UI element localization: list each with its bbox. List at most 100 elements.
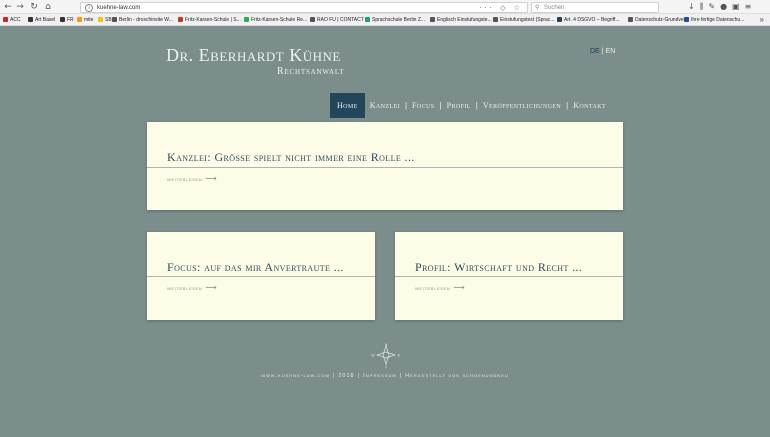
card-title[interactable]: Focus: auf das mir Anvertraute ... — [167, 260, 344, 275]
footer-credit-link[interactable]: Hergestellt von schoenundneu — [405, 373, 509, 379]
bookmark-label: Englisch Einstufungste... — [437, 17, 492, 23]
footer-site-link[interactable]: www.kuehne-law.com — [261, 373, 330, 379]
lang-en-link[interactable]: EN — [606, 48, 616, 55]
search-icon: ⚲ — [535, 4, 540, 11]
bookmark-label: Fritz-Karsen-Schule Re... — [251, 17, 308, 23]
page-actions-icon[interactable]: ··· ◇ ☆ — [479, 3, 523, 13]
bookmarks-bar: ACC Art Basel FR mite SB Berlin - droschinsit… — [0, 14, 770, 26]
bookmark-label: FR — [67, 17, 74, 23]
bookmark-label: Fritz-Karsen-Schule | S... — [185, 17, 241, 23]
bookmark-item[interactable]: ACC — [3, 15, 21, 25]
bookmark-label: Sprachschule Berlin Z... — [372, 17, 426, 23]
bookmark-favicon-icon — [684, 17, 689, 23]
card-divider — [395, 276, 623, 277]
lang-de-link[interactable]: DE — [590, 48, 600, 55]
search-placeholder: Suchen — [544, 5, 565, 11]
arrow-right-icon: ⟶ — [205, 283, 218, 292]
card-divider — [147, 167, 623, 168]
language-switch: DE | EN — [590, 48, 615, 55]
toolbar-icons[interactable]: ↓⫼✎●▣≡ — [688, 2, 756, 12]
bookmark-item[interactable]: RAO FU | CONTACT — [310, 15, 364, 25]
lang-separator: | — [601, 48, 604, 55]
nav-kanzlei[interactable]: Kanzlei — [365, 93, 405, 118]
footer-year: 2018 — [338, 373, 355, 379]
compass-n: N — [385, 343, 388, 347]
main-navigation: Home Kanzlei | Focus | Profil | Veröffen… — [330, 93, 611, 118]
bookmark-favicon-icon — [310, 17, 315, 23]
footer-separator: | — [332, 373, 336, 379]
bookmark-item[interactable]: Art Basel — [28, 15, 55, 25]
nav-home[interactable]: Home — [330, 93, 365, 118]
url-bar[interactable]: i kuehne-law.com ··· ◇ ☆ — [80, 2, 528, 13]
bookmark-favicon-icon — [178, 17, 183, 23]
site-title[interactable]: Dr. Eberhardt Kühne — [166, 45, 341, 66]
read-more-label: weiterlesen — [167, 177, 203, 183]
read-more-link[interactable]: weiterlesen ⟶ — [415, 283, 465, 292]
bookmark-favicon-icon — [365, 17, 370, 23]
home-icon[interactable]: ⌂ — [43, 2, 53, 12]
footer-impressum-link[interactable]: Impressum — [363, 373, 397, 379]
card-divider — [147, 276, 375, 277]
nav-veroeffentlichungen[interactable]: Veröffentlichungen — [478, 93, 566, 118]
card-title[interactable]: Profil: Wirtschaft und Recht ... — [415, 260, 582, 275]
bookmark-favicon-icon — [28, 17, 33, 23]
bookmark-item[interactable]: Fritz-Karsen-Schule Re... — [244, 15, 307, 25]
footer-separator: | — [357, 373, 361, 379]
bookmark-favicon-icon — [98, 17, 103, 23]
bookmark-item[interactable]: Einstufungstest (Sprac... — [493, 15, 554, 25]
browser-toolbar: ← → ↻ ⌂ i kuehne-law.com ··· ◇ ☆ ⚲ Suche… — [0, 0, 770, 14]
bookmark-item[interactable]: Sprachschule Berlin Z... — [365, 15, 425, 25]
footer-separator: | — [399, 373, 403, 379]
nav-profil[interactable]: Profil — [442, 93, 476, 118]
compass-s: S — [385, 365, 388, 368]
bookmark-item[interactable]: Ihre fertige Datenschu... — [684, 15, 744, 25]
compass-icon: N S W E — [371, 343, 400, 368]
bookmark-favicon-icon — [60, 17, 65, 23]
bookmark-item[interactable]: Fritz-Karsen-Schule | S... — [178, 15, 241, 25]
read-more-link[interactable]: weiterlesen ⟶ — [167, 174, 217, 183]
card-profil[interactable]: Profil: Wirtschaft und Recht ... weiterl… — [395, 232, 623, 320]
arrow-right-icon: ⟶ — [453, 283, 466, 292]
bookmark-favicon-icon — [3, 17, 8, 23]
bookmark-item[interactable]: Datenschutz-Grundver... — [628, 15, 689, 25]
bookmark-label: Art Basel — [35, 17, 56, 23]
bookmark-label: Datenschutz-Grundver... — [635, 17, 690, 23]
read-more-link[interactable]: weiterlesen ⟶ — [167, 283, 217, 292]
reload-icon[interactable]: ↻ — [29, 2, 39, 12]
bookmarks-overflow-icon[interactable]: » — [760, 14, 764, 26]
read-more-label: weiterlesen — [415, 286, 451, 292]
bookmark-item[interactable]: Art. 4 DSGVO – Begriff... — [557, 15, 619, 25]
read-more-label: weiterlesen — [167, 286, 203, 292]
card-kanzlei[interactable]: Kanzlei: Grösse spielt nicht immer eine … — [147, 122, 623, 210]
card-focus[interactable]: Focus: auf das mir Anvertraute ... weite… — [147, 232, 375, 320]
arrow-right-icon: ⟶ — [205, 174, 218, 183]
bookmark-label: Art. 4 DSGVO – Begriff... — [564, 17, 620, 23]
bookmark-item[interactable]: FR — [60, 15, 74, 25]
bookmark-favicon-icon — [244, 17, 249, 23]
bookmark-label: Berlin - droschinsite W... — [119, 17, 173, 23]
back-icon[interactable]: ← — [3, 2, 13, 12]
site-subtitle: Rechtsanwalt — [277, 66, 345, 77]
bookmark-item[interactable]: mite — [77, 15, 93, 25]
bookmark-label: ACC — [10, 17, 21, 23]
bookmark-item[interactable]: Englisch Einstufungste... — [430, 15, 492, 25]
compass-w: W — [371, 354, 375, 358]
bookmark-label: Einstufungstest (Sprac... — [500, 17, 555, 23]
info-icon[interactable]: i — [85, 4, 93, 12]
bookmark-favicon-icon — [112, 17, 117, 23]
bookmark-favicon-icon — [77, 17, 82, 23]
forward-icon[interactable]: → — [15, 2, 25, 12]
card-title[interactable]: Kanzlei: Grösse spielt nicht immer eine … — [167, 150, 415, 165]
bookmark-label: Ihre fertige Datenschu... — [691, 17, 745, 23]
footer: www.kuehne-law.com | 2018 | Impressum | Herges… — [0, 373, 770, 379]
compass-e: E — [398, 354, 400, 358]
bookmark-item[interactable]: Berlin - droschinsite W... — [112, 15, 173, 25]
bookmark-item[interactable]: SB — [98, 15, 112, 25]
bookmark-label: SB — [105, 17, 112, 23]
bookmark-favicon-icon — [430, 17, 435, 23]
url-text: kuehne-law.com — [97, 5, 141, 11]
bookmark-label: mite — [84, 17, 94, 23]
search-input[interactable]: ⚲ Suchen — [531, 2, 659, 13]
nav-focus[interactable]: Focus — [407, 93, 439, 118]
nav-kontakt[interactable]: Kontakt — [568, 93, 611, 118]
